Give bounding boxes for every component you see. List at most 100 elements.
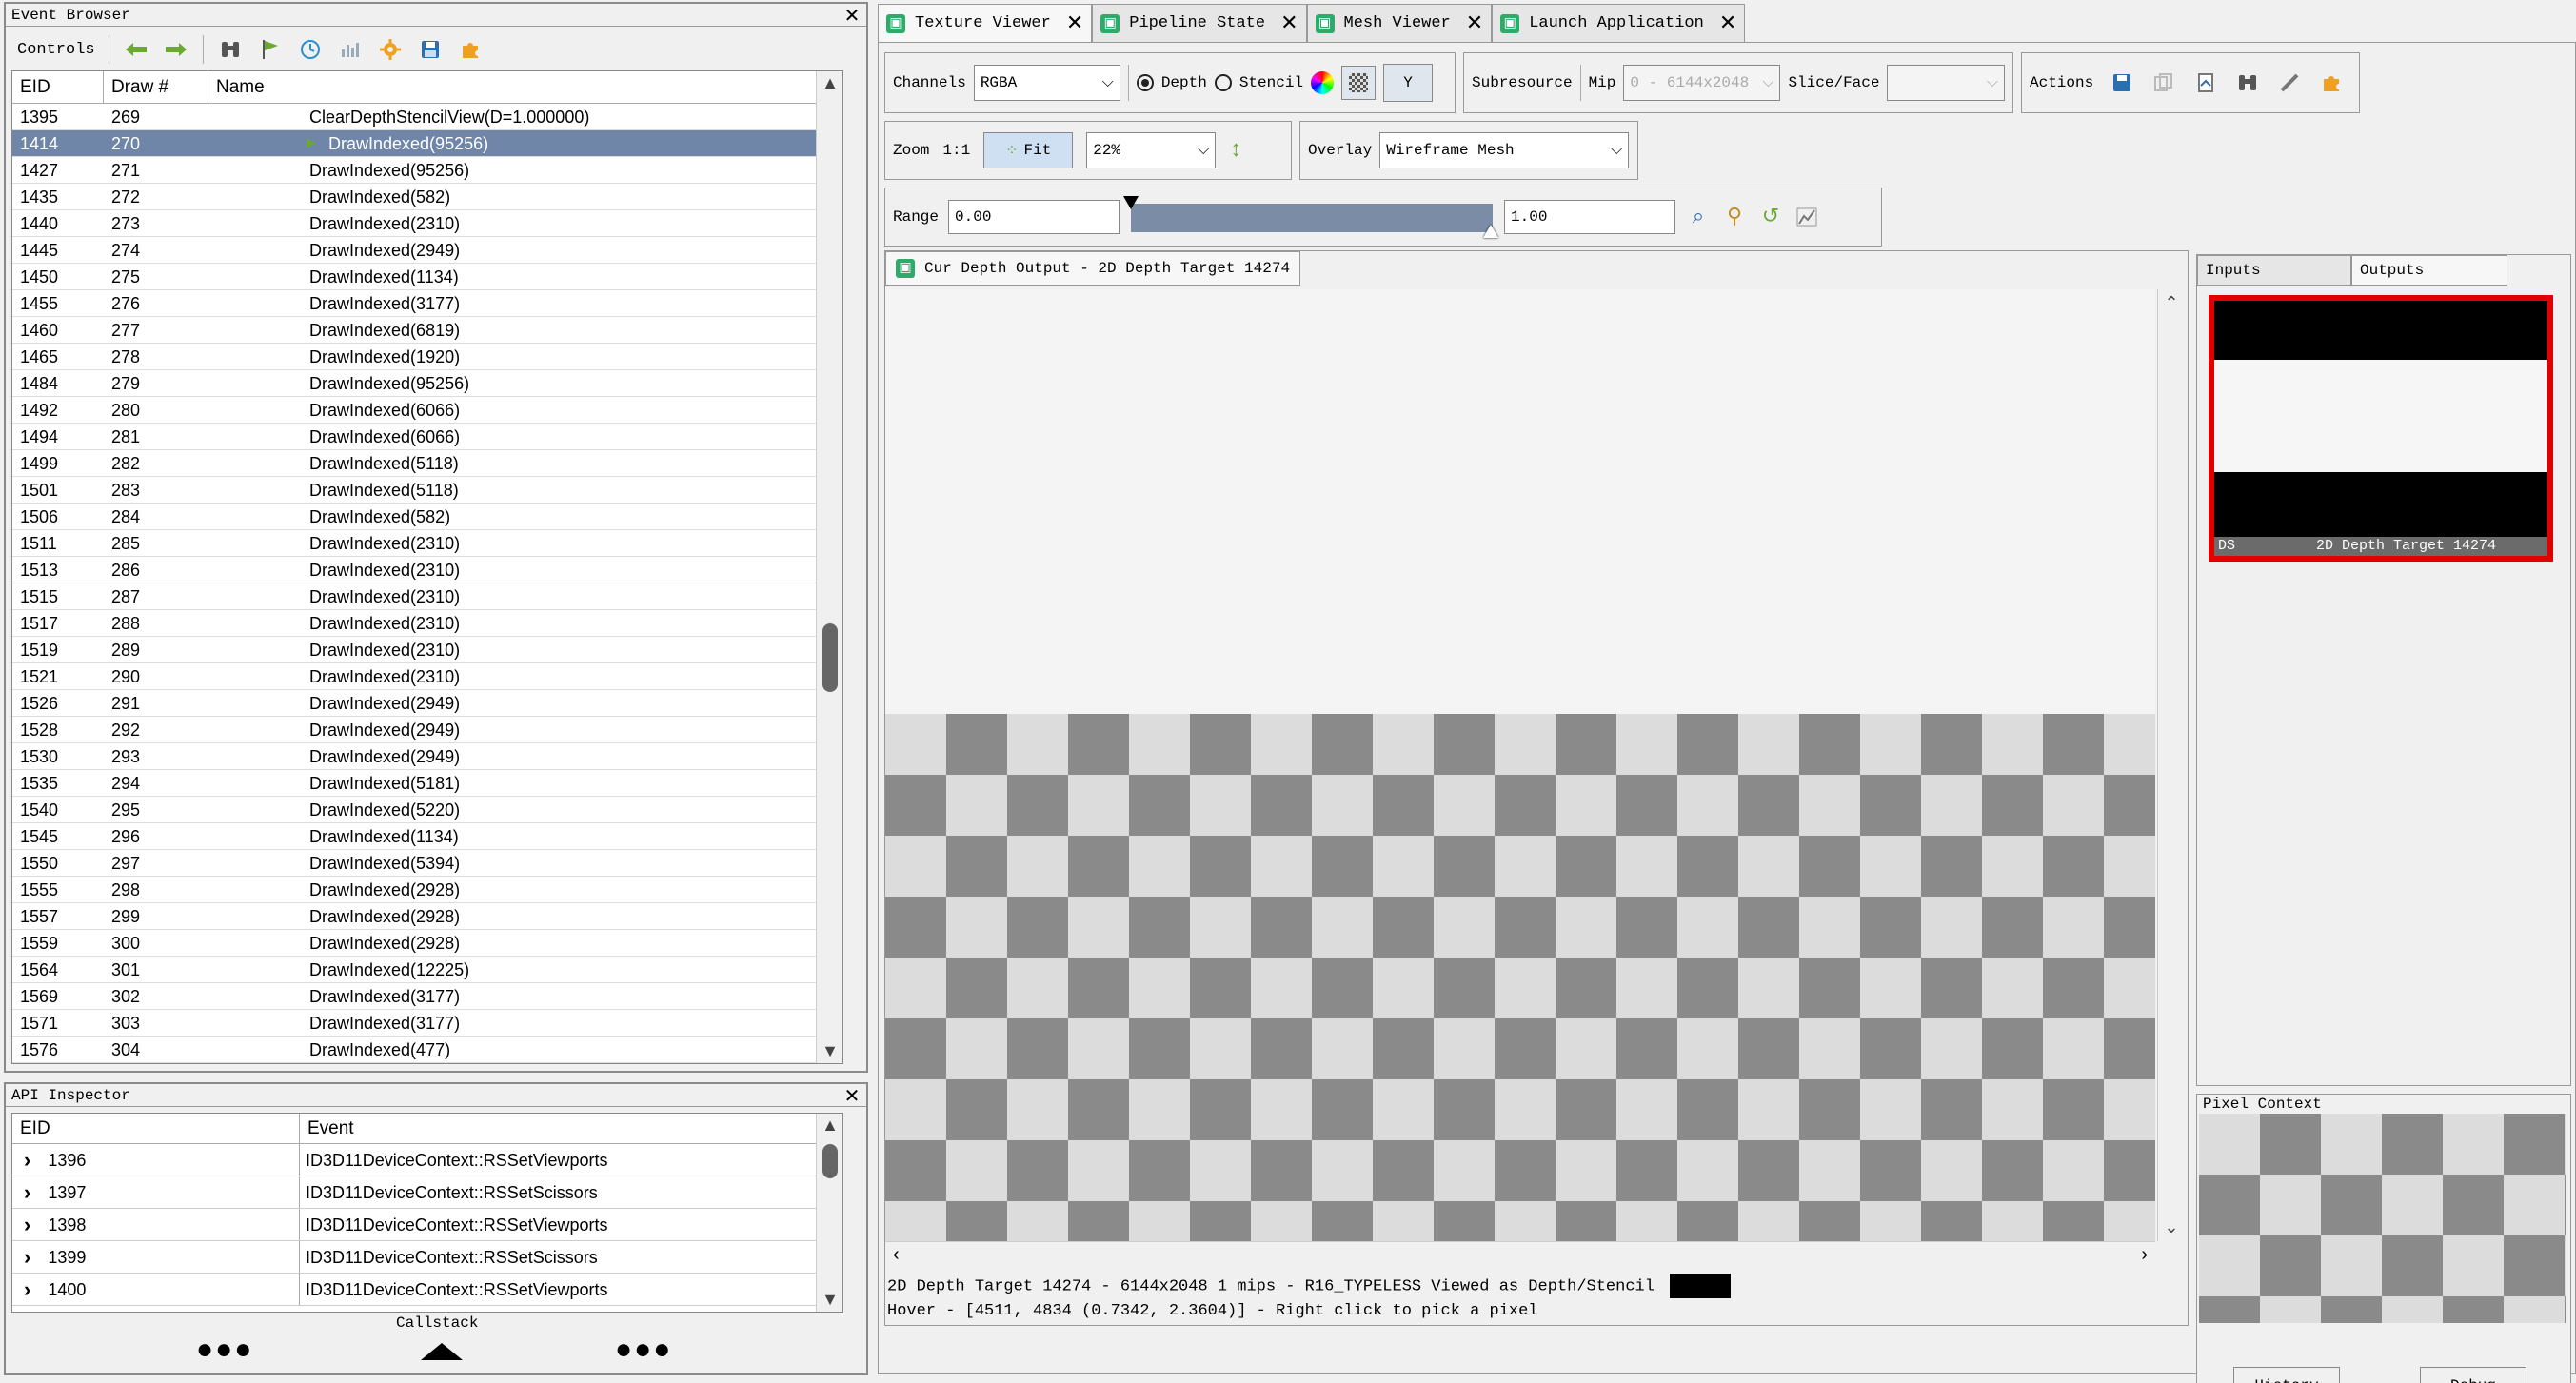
event-row[interactable]: 1513 286 DrawIndexed(2310) (12, 557, 842, 583)
output-thumbnail[interactable]: DS 2D Depth Target 14274 (2209, 295, 2553, 562)
range-min-input[interactable]: 0.00 (948, 200, 1120, 234)
event-row[interactable]: 1557 299 DrawIndexed(2928) (12, 903, 842, 930)
y-flip-button[interactable]: Y (1383, 64, 1434, 102)
api-row[interactable]: › 1400 ID3D11DeviceContext::RSSetViewports (12, 1274, 842, 1306)
event-row[interactable]: 1521 290 DrawIndexed(2310) (12, 663, 842, 690)
histogram-icon[interactable] (1793, 204, 1820, 230)
zoom-select[interactable]: 22% ⌵ (1086, 132, 1217, 168)
close-icon[interactable]: ✕ (1280, 11, 1298, 35)
chevron-right-icon[interactable]: › (24, 1274, 30, 1306)
scroll-right-icon[interactable]: › (2141, 1244, 2148, 1266)
event-row[interactable]: 1501 283 DrawIndexed(5118) (12, 477, 842, 504)
debug-button[interactable]: Debug (2420, 1367, 2526, 1383)
event-row[interactable]: 1499 282 DrawIndexed(5118) (12, 450, 842, 477)
texture-canvas[interactable] (885, 289, 2155, 1241)
event-row[interactable]: 1414 270 ► DrawIndexed(95256) (12, 130, 842, 157)
wand-icon[interactable]: ⚲ (1721, 204, 1748, 230)
copy-icon[interactable] (2150, 69, 2177, 96)
event-row[interactable]: 1506 284 DrawIndexed(582) (12, 504, 842, 530)
event-row[interactable]: 1530 293 DrawIndexed(2949) (12, 743, 842, 770)
event-row[interactable]: 1545 296 DrawIndexed(1134) (12, 823, 842, 850)
api-row[interactable]: › 1397 ID3D11DeviceContext::RSSetScissors (12, 1176, 842, 1209)
viewer-hscroll[interactable]: ‹ › (885, 1241, 2155, 1270)
event-row[interactable]: 1519 289 DrawIndexed(2310) (12, 637, 842, 663)
zoom-icon[interactable]: ⌕ (1685, 204, 1712, 230)
api-scrollbar[interactable]: ▲ ▼ (816, 1114, 842, 1312)
zoom-1-1-button[interactable]: 1:1 (942, 142, 970, 159)
range-slider[interactable] (1123, 196, 1499, 238)
event-row[interactable]: 1540 295 DrawIndexed(5220) (12, 797, 842, 823)
column-header-eid[interactable]: EID (12, 71, 104, 103)
clock-icon[interactable] (297, 36, 324, 63)
api-row[interactable]: › 1398 ID3D11DeviceContext::RSSetViewports (12, 1209, 842, 1241)
tab-outputs[interactable]: Outputs (2351, 255, 2507, 286)
close-icon[interactable]: ✕ (1466, 11, 1483, 35)
scroll-up-icon[interactable]: ▲ (817, 73, 842, 93)
api-row[interactable]: › 1396 ID3D11DeviceContext::RSSetViewports (12, 1144, 842, 1176)
event-row[interactable]: 1494 281 DrawIndexed(6066) (12, 424, 842, 450)
scroll-down-icon[interactable]: ▼ (817, 1290, 842, 1310)
puzzle-icon[interactable] (2318, 69, 2345, 96)
stencil-radio[interactable] (1214, 74, 1232, 91)
puzzle-icon[interactable] (457, 36, 484, 63)
event-row[interactable]: 1571 303 DrawIndexed(3177) (12, 1010, 842, 1037)
tab-inputs[interactable]: Inputs (2197, 255, 2351, 286)
expand-up-icon[interactable] (421, 1343, 463, 1360)
event-row[interactable]: 1528 292 DrawIndexed(2949) (12, 717, 842, 743)
tab-launch-application[interactable]: ▣ Launch Application ✕ (1492, 4, 1746, 42)
binoculars-icon[interactable] (217, 36, 244, 63)
event-row[interactable]: 1445 274 DrawIndexed(2949) (12, 237, 842, 264)
chevron-right-icon[interactable]: › (24, 1176, 30, 1209)
forward-arrow-icon[interactable] (163, 36, 189, 63)
scroll-down-icon[interactable]: ⌄ (2158, 1217, 2185, 1237)
scroll-up-icon[interactable]: ▲ (817, 1116, 842, 1136)
event-row[interactable]: 1450 275 DrawIndexed(1134) (12, 264, 842, 290)
link-icon[interactable] (2276, 69, 2303, 96)
tab-mesh-viewer[interactable]: ▣ Mesh Viewer ✕ (1306, 4, 1493, 42)
binoculars-icon[interactable] (2234, 69, 2261, 96)
event-row[interactable]: 1515 287 DrawIndexed(2310) (12, 583, 842, 610)
event-row[interactable]: 1550 297 DrawIndexed(5394) (12, 850, 842, 877)
depth-radio[interactable] (1136, 74, 1154, 91)
event-row[interactable]: 1440 273 DrawIndexed(2310) (12, 210, 842, 237)
timeline-icon[interactable] (337, 36, 364, 63)
api-row[interactable]: › 1399 ID3D11DeviceContext::RSSetScissors (12, 1241, 842, 1274)
viewer-tab[interactable]: ▣ Cur Depth Output - 2D Depth Target 142… (885, 251, 1301, 286)
chevron-right-icon[interactable]: › (24, 1209, 30, 1241)
column-header-name[interactable]: Name (208, 71, 842, 103)
event-row[interactable]: 1435 272 DrawIndexed(582) (12, 184, 842, 210)
event-row[interactable]: 1535 294 DrawIndexed(5181) (12, 770, 842, 797)
column-header-eid[interactable]: EID (12, 1114, 300, 1143)
flip-arrow-icon[interactable]: ↕ (1229, 138, 1242, 164)
viewer-vscroll[interactable]: ⌃ ⌄ (2157, 289, 2186, 1241)
color-wheel-icon[interactable] (1311, 71, 1335, 94)
event-row[interactable]: 1427 271 DrawIndexed(95256) (12, 157, 842, 184)
event-row[interactable]: 1559 300 DrawIndexed(2928) (12, 930, 842, 957)
event-row[interactable]: 1511 285 DrawIndexed(2310) (12, 530, 842, 557)
column-header-draw[interactable]: Draw # (104, 71, 208, 103)
event-row[interactable]: 1460 277 DrawIndexed(6819) (12, 317, 842, 344)
event-row[interactable]: 1395 269 ClearDepthStencilView(D=1.000000) (12, 104, 842, 130)
event-row[interactable]: 1484 279 DrawIndexed(95256) (12, 370, 842, 397)
callstack-splitter[interactable]: Callstack ●●● ●●● (6, 1314, 866, 1373)
close-icon[interactable]: ✕ (842, 5, 862, 26)
save-icon[interactable] (417, 36, 444, 63)
event-row[interactable]: 1564 301 DrawIndexed(12225) (12, 957, 842, 983)
channels-select[interactable]: RGBA ⌵ (973, 65, 1120, 101)
event-row[interactable]: 1526 291 DrawIndexed(2949) (12, 690, 842, 717)
range-black-handle[interactable] (1123, 196, 1139, 209)
event-row[interactable]: 1576 304 DrawIndexed(477) (12, 1037, 842, 1063)
scroll-down-icon[interactable]: ▼ (817, 1041, 842, 1061)
event-row[interactable]: 1455 276 DrawIndexed(3177) (12, 290, 842, 317)
back-arrow-icon[interactable] (123, 36, 149, 63)
scroll-up-icon[interactable]: ⌃ (2158, 293, 2185, 313)
flag-icon[interactable] (257, 36, 284, 63)
history-button[interactable]: History (2233, 1367, 2340, 1383)
more-dots-icon[interactable]: ●●● (615, 1334, 672, 1366)
scroll-thumb[interactable] (822, 1144, 838, 1178)
scroll-thumb[interactable] (822, 623, 838, 692)
event-row[interactable]: 1555 298 DrawIndexed(2928) (12, 877, 842, 903)
chevron-right-icon[interactable]: › (24, 1241, 30, 1274)
open-icon[interactable] (2192, 69, 2219, 96)
chevron-right-icon[interactable]: › (24, 1144, 30, 1176)
